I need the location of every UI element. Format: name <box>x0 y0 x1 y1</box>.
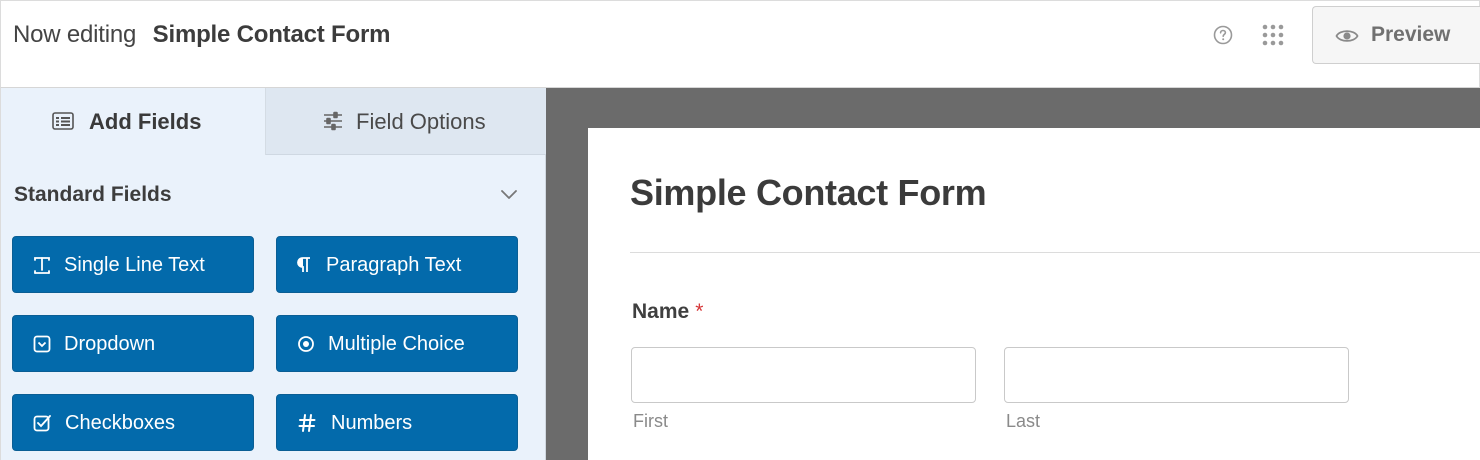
add-numbers-button[interactable]: Numbers <box>276 394 518 451</box>
field-label: Numbers <box>331 412 413 434</box>
add-checkboxes-button[interactable]: Checkboxes <box>12 394 254 451</box>
add-dropdown-button[interactable]: Dropdown <box>12 315 254 372</box>
name-label-text: Name <box>632 300 690 323</box>
sidebar-tabs: Add Fields Field Options <box>1 88 547 155</box>
field-label: Checkboxes <box>65 412 176 434</box>
preview-label: Preview <box>1371 23 1451 46</box>
add-single-line-text-button[interactable]: Single Line Text <box>12 236 254 293</box>
text-cursor-icon <box>34 257 50 274</box>
first-name-input[interactable] <box>631 347 976 403</box>
page-title: Now editing Simple Contact Form <box>13 21 390 49</box>
last-sublabel: Last <box>1006 411 1041 431</box>
top-bar: Now editing Simple Contact Form Preview <box>0 0 1480 88</box>
dropdown-icon <box>33 335 51 353</box>
field-label: Paragraph Text <box>326 254 462 276</box>
form-name: Simple Contact Form <box>152 21 391 48</box>
last-name-input[interactable] <box>1004 347 1349 403</box>
form-title: Simple Contact Form <box>630 172 987 213</box>
radio-icon <box>298 336 314 352</box>
grid-dots-icon[interactable] <box>1261 23 1285 47</box>
pilcrow-icon <box>297 257 310 272</box>
title-prefix: Now editing <box>13 21 137 48</box>
eye-icon <box>1335 30 1359 42</box>
field-label: Dropdown <box>64 333 156 355</box>
tab-add-fields[interactable]: Add Fields <box>1 88 266 155</box>
add-paragraph-text-button[interactable]: Paragraph Text <box>276 236 518 293</box>
sliders-icon <box>324 111 342 131</box>
list-icon <box>52 112 74 130</box>
chevron-down-icon[interactable] <box>500 187 518 201</box>
preview-button[interactable]: Preview <box>1312 6 1480 64</box>
tab-label: Field Options <box>356 109 486 134</box>
section-title: Standard Fields <box>14 183 172 206</box>
field-label: Multiple Choice <box>328 333 465 355</box>
tab-label: Add Fields <box>89 109 202 134</box>
checkbox-icon <box>33 415 51 432</box>
first-sublabel: First <box>633 411 668 431</box>
add-multiple-choice-button[interactable]: Multiple Choice <box>276 315 518 372</box>
question-circle-icon[interactable] <box>1213 25 1233 45</box>
divider <box>630 252 1480 253</box>
tab-field-options[interactable]: Field Options <box>266 88 547 155</box>
required-mark: * <box>695 300 704 323</box>
field-label: Single Line Text <box>64 254 205 276</box>
hash-icon <box>298 414 316 432</box>
name-field-label[interactable]: Name * <box>632 300 703 324</box>
